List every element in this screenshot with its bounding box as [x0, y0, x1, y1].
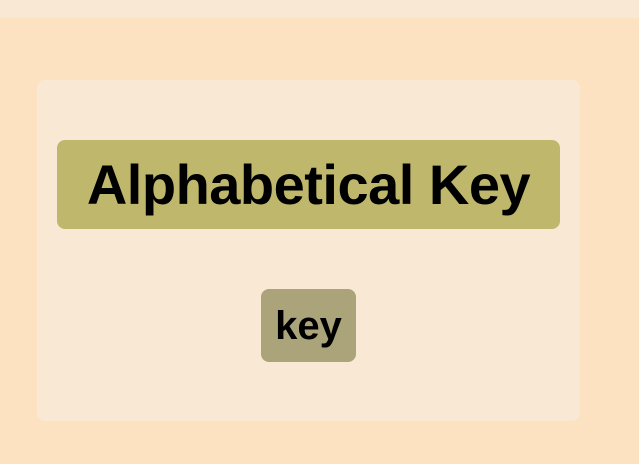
top-strip: [0, 0, 639, 18]
key-button-label: key: [275, 303, 342, 348]
page-title: Alphabetical Key: [86, 152, 531, 216]
key-button[interactable]: key: [261, 289, 356, 362]
content-panel: [37, 80, 580, 421]
title-badge: Alphabetical Key: [57, 140, 560, 229]
